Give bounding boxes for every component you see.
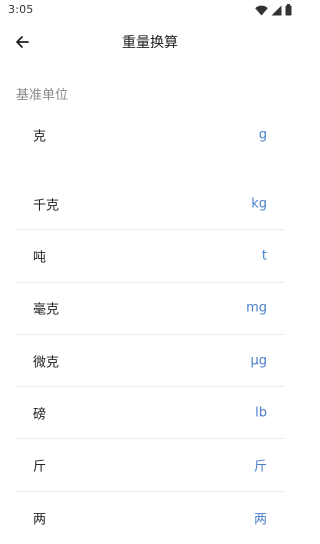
unit-row-liang[interactable]: 两 两 — [16, 492, 284, 544]
status-time: 3:05 — [8, 3, 34, 16]
wifi-icon — [255, 5, 268, 16]
unit-name: 磅 — [33, 407, 47, 423]
unit-name: 吨 — [33, 250, 47, 266]
app-bar: 重量换算 — [0, 22, 300, 62]
status-icons — [255, 4, 292, 16]
unit-name: 微克 — [33, 355, 60, 371]
status-bar: 3:05 — [0, 0, 300, 22]
unit-name: 克 — [33, 129, 47, 145]
unit-symbol: 斤 — [253, 459, 267, 475]
unit-name: 毫克 — [33, 302, 60, 318]
battery-icon — [285, 4, 292, 16]
unit-row-kilogram[interactable]: 千克 kg — [16, 178, 284, 231]
base-unit-section-label: 基准单位 — [16, 88, 69, 103]
unit-row-milligram[interactable]: 毫克 mg — [16, 283, 284, 335]
unit-symbol: t — [261, 248, 267, 264]
unit-symbol: μg — [250, 353, 267, 369]
base-unit-row[interactable]: 克 g — [16, 110, 284, 160]
page-title: 重量换算 — [122, 35, 178, 51]
unit-name: 千克 — [33, 198, 60, 214]
unit-name: 斤 — [33, 459, 47, 475]
unit-row-ton[interactable]: 吨 t — [16, 230, 284, 283]
unit-name: 两 — [33, 512, 47, 528]
unit-symbol: kg — [251, 196, 267, 212]
unit-row-jin[interactable]: 斤 斤 — [16, 439, 284, 492]
unit-symbol: lb — [255, 405, 267, 421]
unit-symbol: 两 — [253, 512, 267, 528]
unit-list: 千克 kg 吨 t 毫克 mg 微克 μg 磅 lb 斤 斤 两 两 — [16, 178, 284, 544]
cellular-signal-icon — [271, 5, 282, 16]
unit-symbol: mg — [246, 300, 267, 316]
unit-row-microgram[interactable]: 微克 μg — [16, 335, 284, 388]
unit-symbol: g — [258, 127, 267, 143]
unit-row-pound[interactable]: 磅 lb — [16, 387, 284, 440]
